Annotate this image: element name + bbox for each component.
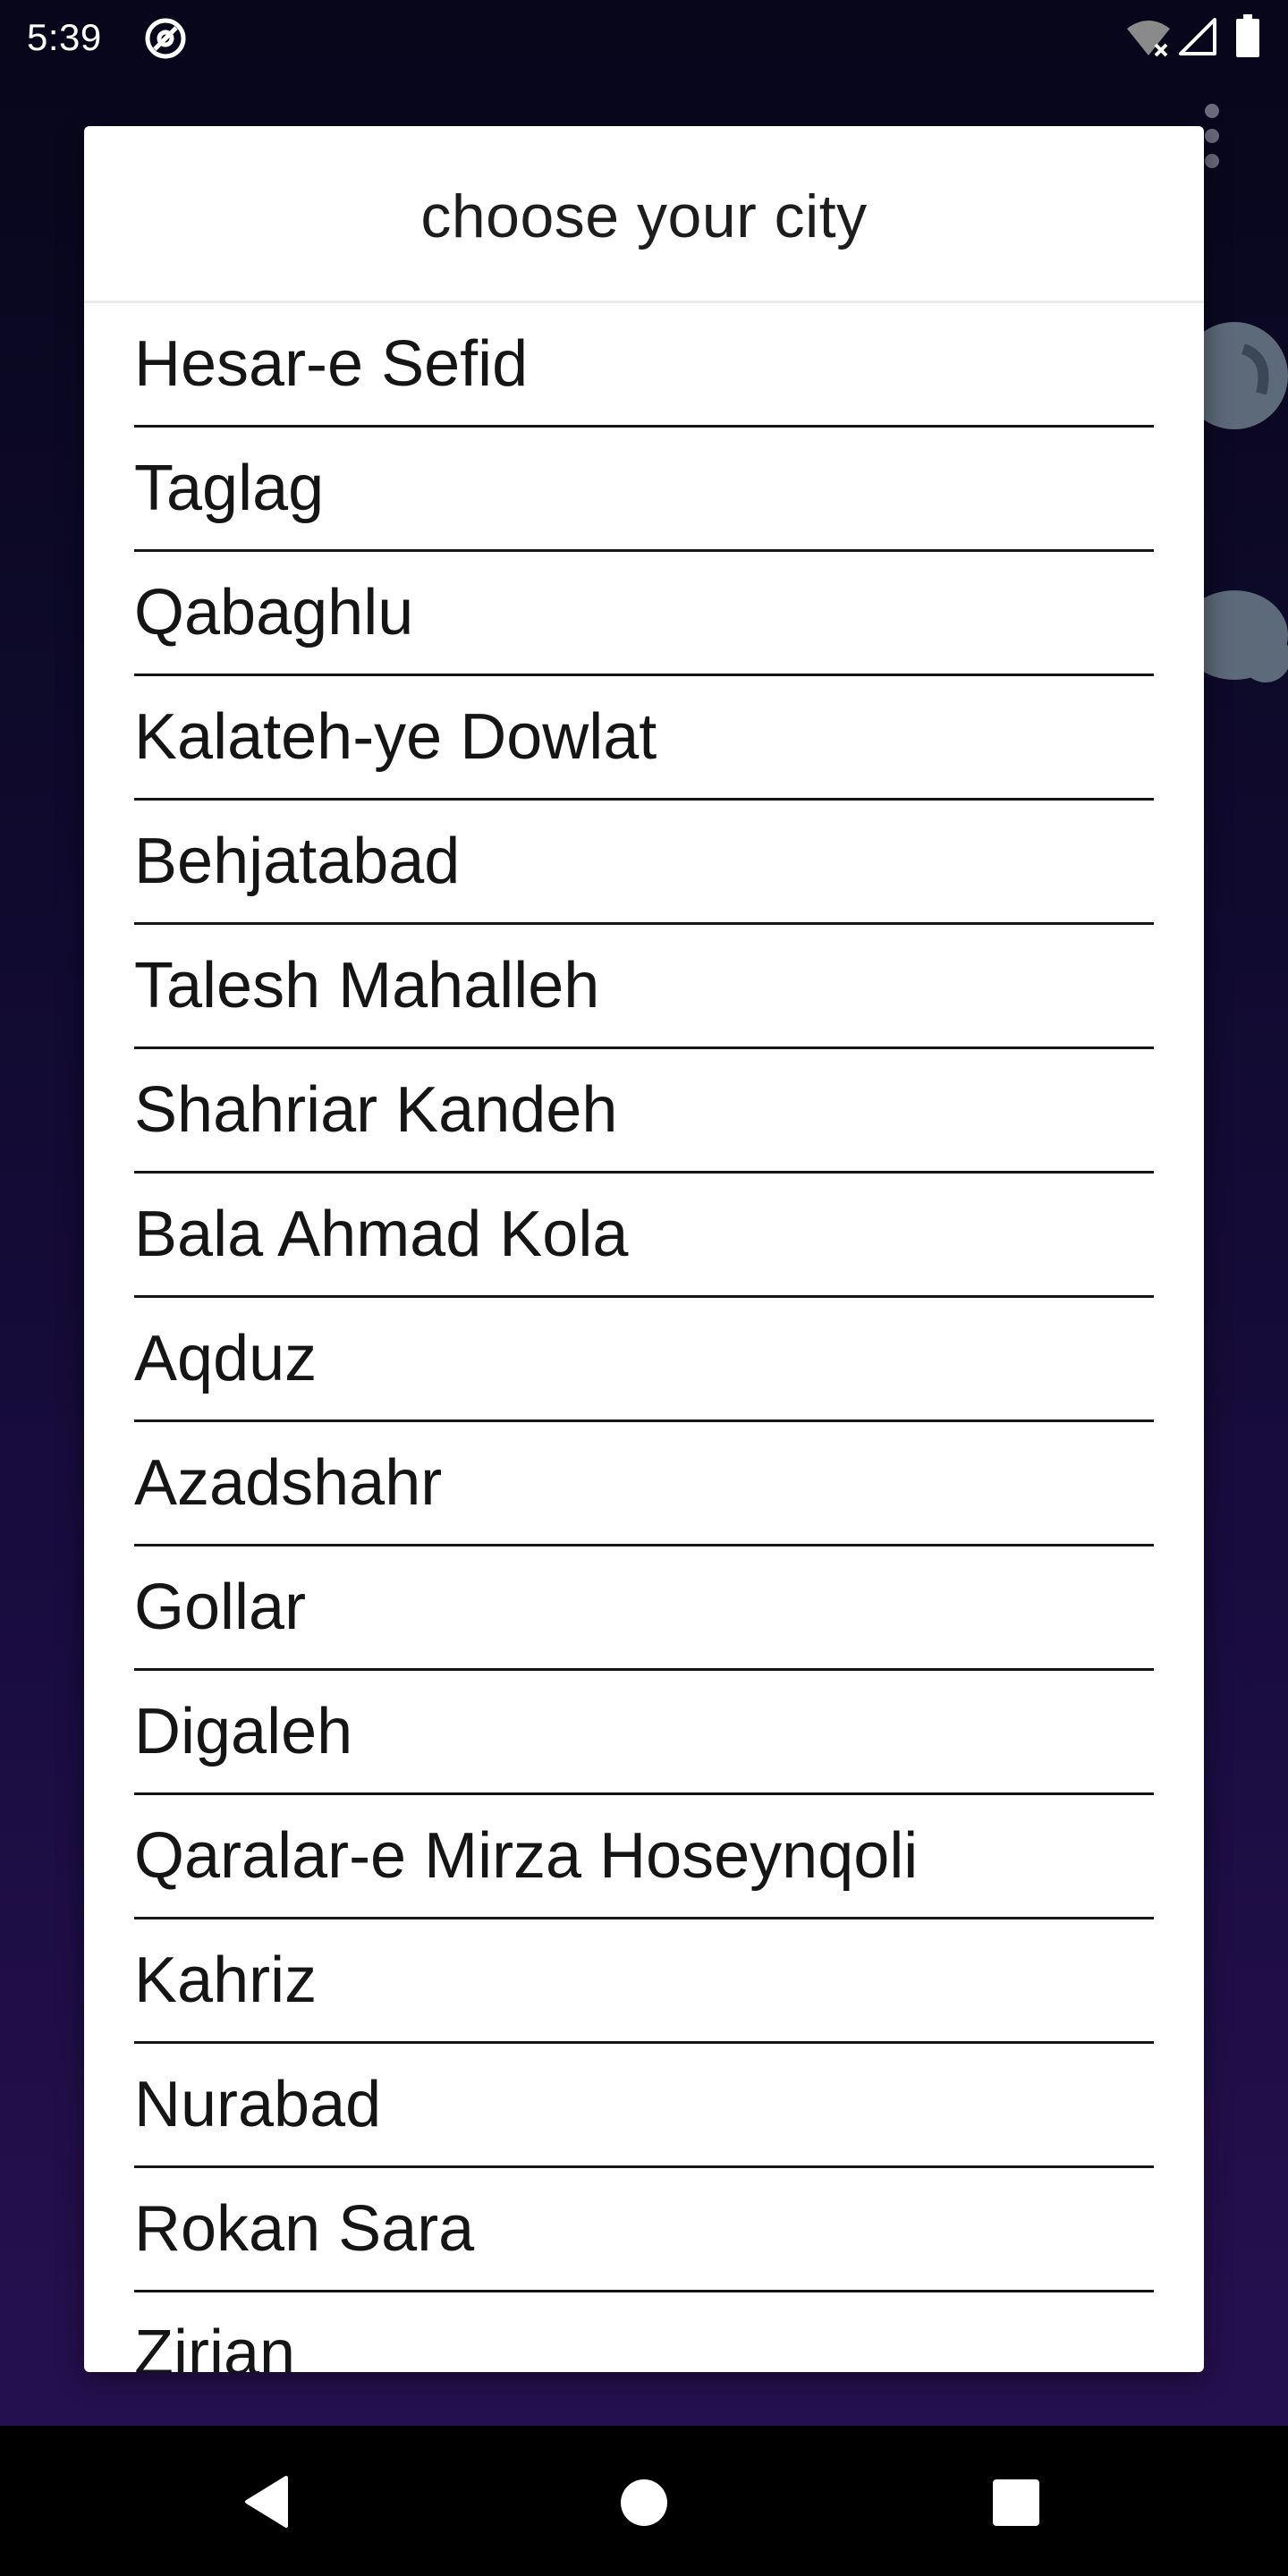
city-item[interactable]: Talesh Mahalleh [134,925,1154,1049]
city-label: Taglag [134,453,325,524]
city-label: Aqduz [134,1323,318,1394]
city-item[interactable]: Behjatabad [134,801,1154,925]
city-label: Behjatabad [134,826,461,897]
city-item[interactable]: Kalateh-ye Dowlat [134,676,1154,801]
city-label: Azadshahr [134,1447,443,1519]
wifi-off-icon [1127,21,1170,57]
city-label: Kahriz [134,1945,318,2016]
recents-icon[interactable] [991,2478,1041,2528]
city-picker-dialog: choose your city Hesar-e Sefid Taglag Qa… [84,126,1204,2372]
signal-icon [1179,18,1216,55]
city-label: Qaralar-e Mirza Hoseynqoli [134,1820,919,1892]
city-label: Gollar [134,1572,307,1643]
city-item[interactable]: Rokan Sara [134,2168,1154,2292]
navigation-bar [0,2426,1288,2576]
city-item[interactable]: Kahriz [134,1919,1154,2044]
city-label: Shahriar Kandeh [134,1074,618,1146]
battery-icon [1236,14,1259,57]
city-item[interactable]: Azadshahr [134,1422,1154,1546]
back-icon[interactable] [240,2474,295,2529]
city-label: Zirian [134,2318,296,2372]
city-item[interactable]: Hesar-e Sefid [134,303,1154,428]
status-time: 5:39 [27,16,102,58]
city-item[interactable]: Nurabad [134,2044,1154,2168]
dialog-title: choose your city [420,182,868,250]
city-item[interactable]: Taglag [134,428,1154,552]
city-item[interactable]: Aqduz [134,1298,1154,1422]
city-item[interactable]: Digaleh [134,1671,1154,1795]
city-label: Nurabad [134,2069,382,2140]
city-label: Rokan Sara [134,2193,475,2265]
city-item[interactable]: Gollar [134,1546,1154,1671]
city-item[interactable]: Bala Ahmad Kola [134,1174,1154,1298]
city-item[interactable]: Qabaghlu [134,552,1154,676]
city-item[interactable]: Shahriar Kandeh [134,1049,1154,1174]
at-sign-icon [145,18,186,59]
dialog-header: choose your city [84,126,1204,303]
home-icon[interactable] [619,2478,669,2528]
city-item[interactable]: Qaralar-e Mirza Hoseynqoli [134,1795,1154,1919]
city-label: Digaleh [134,1696,353,1767]
city-label: Hesar-e Sefid [134,328,529,400]
city-label: Kalateh-ye Dowlat [134,701,657,773]
city-item[interactable]: Zirian [134,2292,1154,2372]
city-label: Bala Ahmad Kola [134,1199,629,1270]
city-label: Talesh Mahalleh [134,950,600,1021]
city-label: Qabaghlu [134,577,414,648]
screen: 5:39 choose your city Hesar-e Sefid Tagl… [0,0,1288,2576]
status-bar: 5:39 [0,0,1288,75]
city-list[interactable]: Hesar-e Sefid Taglag Qabaghlu Kalateh-ye… [84,303,1204,2372]
